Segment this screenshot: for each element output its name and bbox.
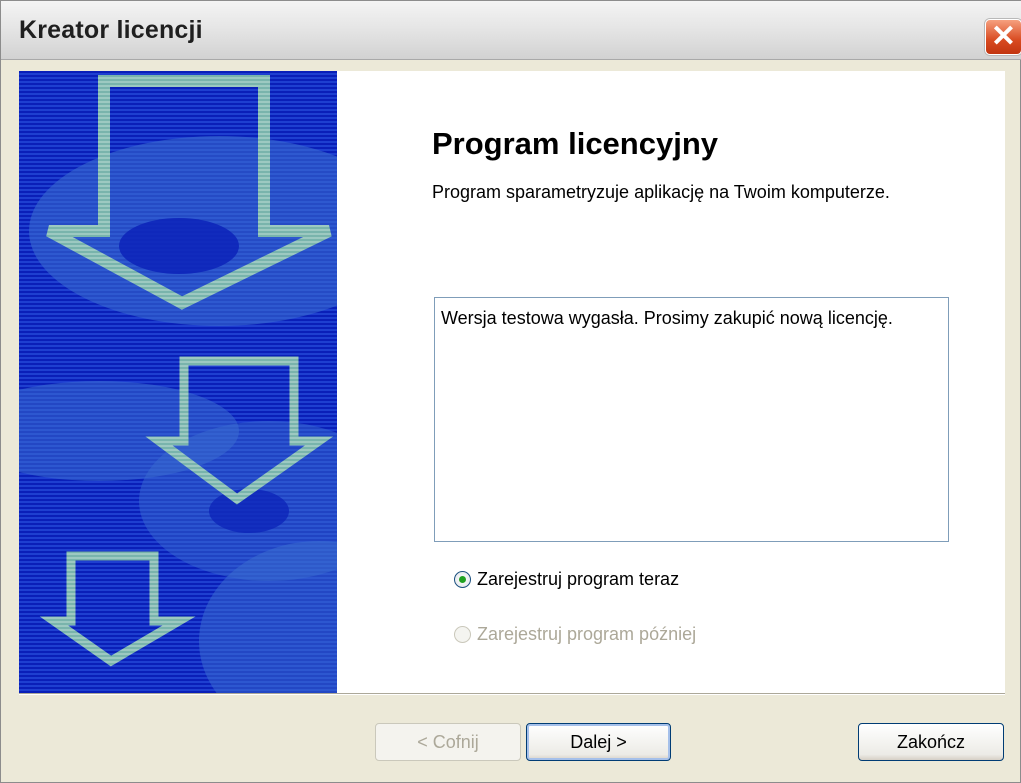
footer-separator bbox=[19, 693, 1005, 695]
radio-unchecked-icon[interactable] bbox=[454, 626, 471, 643]
title-bar[interactable]: Kreator licencji ✕ bbox=[1, 1, 1021, 60]
wizard-banner bbox=[19, 71, 337, 693]
close-button[interactable]: ✕ bbox=[985, 19, 1021, 55]
license-message-box[interactable]: Wersja testowa wygasła. Prosimy zakupić … bbox=[434, 297, 949, 542]
register-now-label: Zarejestruj program teraz bbox=[477, 569, 680, 589]
wizard-content: Program licencyjny Program sparametryzuj… bbox=[337, 71, 1005, 693]
window-title: Kreator licencji bbox=[19, 16, 203, 44]
radio-checked-icon[interactable] bbox=[454, 571, 471, 588]
next-button[interactable]: Dalej > bbox=[526, 723, 671, 761]
register-later-label: Zarejestruj program później bbox=[477, 624, 697, 644]
back-button[interactable]: < Cofnij bbox=[375, 723, 521, 761]
page-heading: Program licencyjny bbox=[432, 126, 719, 161]
register-now-option[interactable]: Zarejestruj program teraz bbox=[454, 569, 679, 590]
license-wizard-window: Kreator licencji ✕ Program licencyjny Pr… bbox=[0, 0, 1021, 783]
page-description: Program sparametryzuje aplikację na Twoi… bbox=[432, 182, 890, 202]
close-icon: ✕ bbox=[990, 20, 1017, 53]
download-arrows-icon bbox=[19, 71, 337, 693]
finish-button[interactable]: Zakończ bbox=[858, 723, 1004, 761]
register-later-option[interactable]: Zarejestruj program później bbox=[454, 624, 696, 645]
